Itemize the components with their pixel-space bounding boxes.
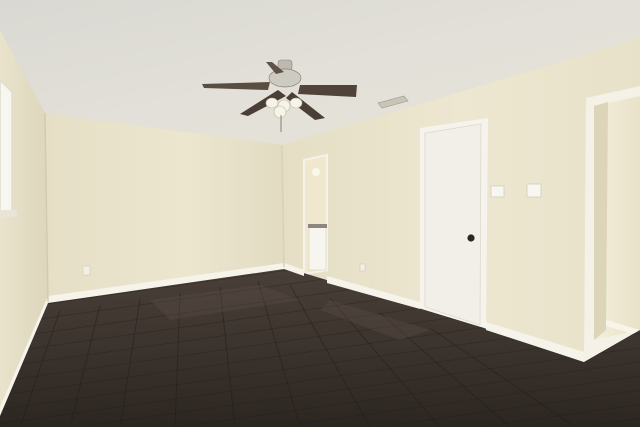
bathroom-light-icon: [312, 168, 320, 176]
room-photo: [0, 0, 640, 427]
light-switch[interactable]: [490, 185, 505, 198]
outlet: [359, 263, 366, 272]
door-knob-icon[interactable]: [467, 234, 475, 242]
outlet: [82, 265, 91, 276]
fan-downrod: [277, 59, 293, 71]
light-switch[interactable]: [526, 183, 542, 198]
bathroom-countertop: [308, 224, 327, 228]
window: [0, 78, 13, 217]
far-doorway-wall-shade: [594, 102, 608, 340]
closet-door[interactable]: [424, 123, 482, 326]
fan-motor: [268, 68, 302, 88]
bathroom-vanity: [308, 225, 327, 271]
